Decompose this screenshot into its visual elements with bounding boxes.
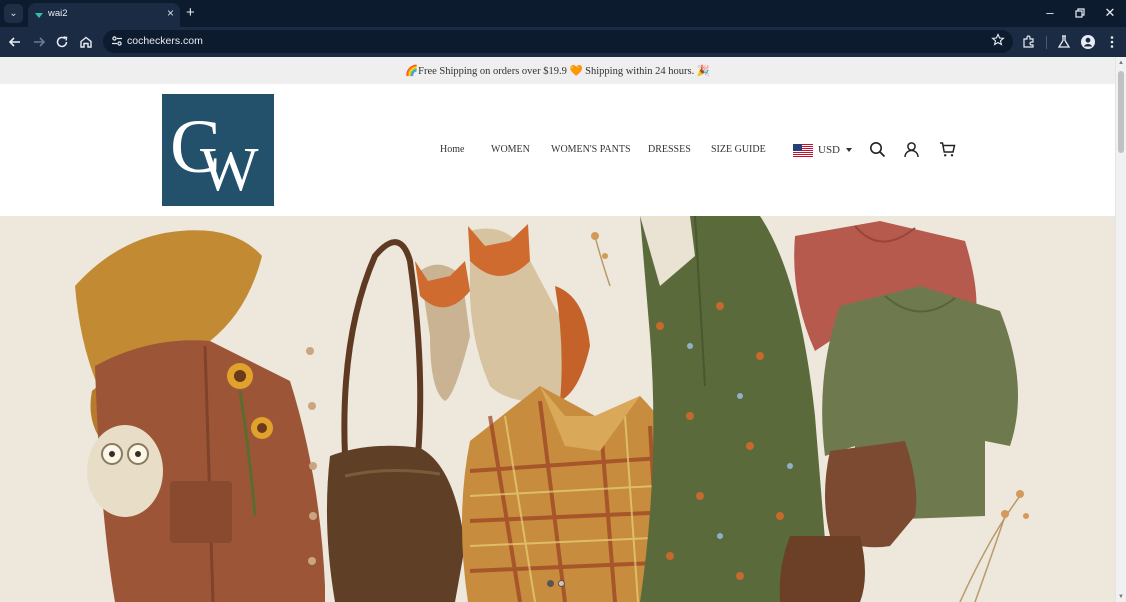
browser-toolbar: cocheckers.com (0, 27, 1126, 57)
url-text: cocheckers.com (127, 35, 203, 47)
reload-icon[interactable] (53, 33, 71, 51)
cart-icon[interactable] (939, 141, 956, 158)
scroll-up-icon[interactable]: ▲ (1118, 60, 1124, 66)
chevron-down-icon (846, 148, 853, 152)
site-header: C W Home WOMEN WOMEN'S PANTS DRESSES SIZ… (0, 84, 1115, 216)
logo-mark: C W (170, 105, 259, 204)
nav-dresses[interactable]: DRESSES (648, 144, 691, 155)
carousel-dot-2[interactable] (558, 580, 565, 587)
nav-home[interactable]: Home (440, 144, 464, 155)
address-bar[interactable]: cocheckers.com (103, 30, 1013, 53)
nav-womens-pants[interactable]: WOMEN'S PANTS (551, 144, 631, 155)
forward-icon[interactable] (30, 33, 48, 51)
scroll-thumb[interactable] (1118, 71, 1124, 153)
nav-women[interactable]: WOMEN (491, 144, 530, 155)
page-scrollbar[interactable]: ▲ ▼ (1115, 57, 1126, 602)
tab-close-icon[interactable]: × (167, 6, 174, 20)
home-icon[interactable] (77, 33, 95, 51)
currency-code: USD (818, 144, 841, 156)
svg-text:W: W (200, 136, 259, 204)
restore-icon[interactable] (1069, 4, 1091, 23)
currency-selector[interactable]: USD (793, 141, 853, 159)
announcement-bar: 🌈Free Shipping on orders over $19.9 🧡 Sh… (0, 57, 1115, 84)
carousel-dot-1[interactable] (547, 580, 554, 587)
logo[interactable]: C W (162, 94, 274, 206)
profile-icon[interactable] (1080, 34, 1096, 50)
tab-list-icon[interactable]: ⌄ (4, 4, 23, 23)
carousel-dots (547, 580, 565, 587)
us-flag-icon (793, 143, 813, 157)
close-window-icon[interactable]: ✕ (1099, 4, 1121, 22)
browser-tab-strip: ⌄ wai2 × + – ✕ (0, 0, 1126, 27)
bookmark-star-icon[interactable] (991, 33, 1005, 47)
page-viewport: 🌈Free Shipping on orders over $19.9 🧡 Sh… (0, 57, 1126, 602)
hero-banner[interactable] (0, 216, 1115, 602)
minimize-icon[interactable]: – (1039, 4, 1061, 22)
scroll-down-icon[interactable]: ▼ (1118, 594, 1124, 600)
tab-favicon-icon (35, 13, 43, 18)
back-icon[interactable] (6, 33, 24, 51)
site-info-icon[interactable] (111, 35, 123, 47)
more-menu-icon[interactable] (1104, 34, 1120, 50)
account-icon[interactable] (903, 141, 920, 158)
nav-size-guide[interactable]: SIZE GUIDE (711, 144, 766, 155)
labs-icon[interactable] (1056, 34, 1072, 50)
toolbar-divider (1046, 36, 1047, 49)
search-icon[interactable] (869, 141, 886, 158)
new-tab-icon[interactable]: + (186, 4, 195, 22)
hero-image (0, 216, 1115, 602)
browser-tab[interactable]: wai2 × (28, 3, 180, 27)
extensions-icon[interactable] (1021, 34, 1037, 50)
announcement-text: 🌈Free Shipping on orders over $19.9 🧡 Sh… (405, 66, 710, 77)
tab-title: wai2 (48, 8, 68, 19)
